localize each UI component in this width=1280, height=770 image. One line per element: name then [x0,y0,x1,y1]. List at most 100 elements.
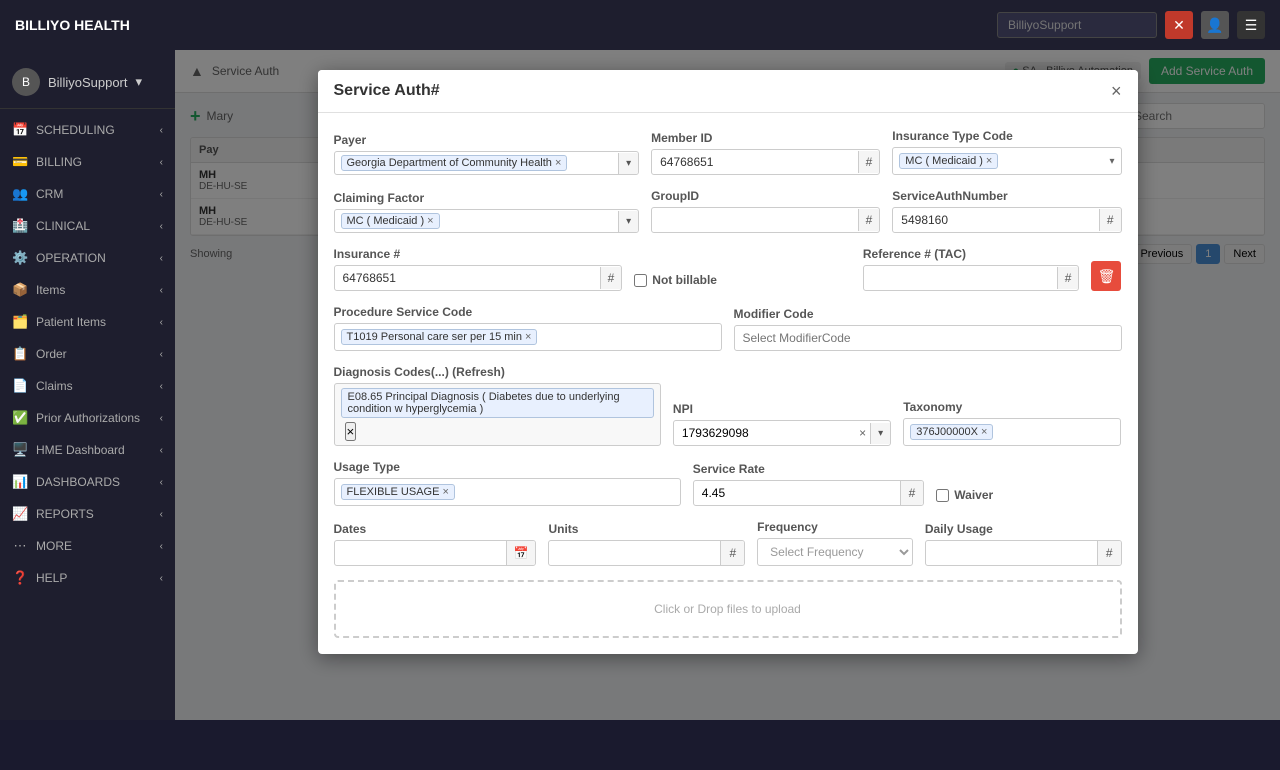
sidebar-user: B BilliyoSupport ▾ [0,60,175,109]
taxonomy-wrap[interactable]: 376J00000X × [903,418,1121,446]
procedure-code-wrap[interactable]: T1019 Personal care ser per 15 min × [334,323,722,351]
global-search-input[interactable] [997,12,1157,38]
hme-icon: 🖥️ [12,442,28,458]
sidebar-item-help[interactable]: ❓ HELP ‹ [0,562,175,594]
not-billable-group: Not billable [634,273,851,291]
top-nav: BILLIYO HEALTH ✕ 👤 ☰ [0,0,1280,50]
upload-area[interactable]: Click or Drop files to upload [334,580,1122,638]
reference-tac-input[interactable] [864,266,1057,290]
sidebar-item-label: HME Dashboard [36,443,125,457]
sidebar-item-claims[interactable]: 📄 Claims ‹ [0,370,175,402]
not-billable-checkbox[interactable] [634,274,647,287]
nav-icon-red[interactable]: ✕ [1165,11,1193,39]
sidebar-item-billing[interactable]: 💳 BILLING ‹ [0,146,175,178]
member-id-input[interactable] [652,150,858,174]
dates-label: Dates [334,522,537,536]
modal-overlay: Service Auth# × Payer Georgia Department… [175,50,1280,720]
units-hash-btn[interactable]: # [720,541,744,565]
payer-tag: Georgia Department of Community Health × [341,155,568,171]
usage-type-tag-remove[interactable]: × [442,487,448,498]
scheduling-icon: 📅 [12,122,28,138]
sidebar-item-order[interactable]: 📋 Order ‹ [0,338,175,370]
sidebar-item-more[interactable]: ⋯ MORE ‹ [0,530,175,562]
insurance-type-wrap[interactable]: MC ( Medicaid ) × ▾ [892,147,1121,175]
more-icon: ⋯ [12,538,28,554]
insurance-hash-btn[interactable]: # [600,267,622,289]
payer-select-wrap[interactable]: Georgia Department of Community Health ×… [334,151,640,175]
sidebar-item-label: CRM [36,187,63,201]
claiming-factor-remove[interactable]: × [427,216,433,227]
clinical-arrow: ‹ [160,221,163,232]
dates-calendar-icon[interactable]: 📅 [506,541,536,565]
npi-group: NPI × ▾ [673,402,891,446]
form-row-3: Insurance # # Not billable Reference # (… [334,247,1122,291]
sidebar-item-patient-items[interactable]: 🗂️ Patient Items ‹ [0,306,175,338]
claiming-factor-arrow-icon[interactable]: ▾ [618,211,638,232]
modifier-code-input[interactable] [734,325,1122,351]
claiming-factor-wrap[interactable]: MC ( Medicaid ) × ▾ [334,209,640,233]
modifier-code-group: Modifier Code [734,307,1122,351]
sidebar-user-arrow: ▾ [136,74,143,90]
member-id-group: Member ID # [651,131,880,175]
modal-header: Service Auth# × [318,70,1138,113]
sidebar-username: BilliyoSupport [48,75,128,90]
sidebar-item-crm[interactable]: 👥 CRM ‹ [0,178,175,210]
delete-button[interactable]: 🗑 [1091,261,1121,291]
npi-input[interactable] [674,421,855,445]
service-auth-number-input[interactable] [893,208,1099,232]
insurance-type-tag-remove[interactable]: × [986,156,992,167]
sidebar-item-hme[interactable]: 🖥️ HME Dashboard ‹ [0,434,175,466]
claims-arrow: ‹ [160,381,163,392]
group-id-hash-btn[interactable]: # [858,209,880,231]
sidebar-item-dashboards[interactable]: 📊 DASHBOARDS ‹ [0,466,175,498]
sidebar-item-scheduling[interactable]: 📅 SCHEDULING ‹ [0,114,175,146]
reports-arrow: ‹ [160,509,163,520]
member-id-hash-btn[interactable]: # [858,151,880,173]
taxonomy-tag-remove[interactable]: × [981,427,987,438]
units-input[interactable] [549,541,720,565]
daily-usage-hash-btn[interactable]: # [1097,541,1121,565]
procedure-code-label: Procedure Service Code [334,305,722,319]
service-rate-input[interactable] [694,481,900,505]
usage-type-label: Usage Type [334,460,681,474]
group-id-input[interactable] [652,208,858,232]
npi-dropdown-arrow-icon[interactable]: ▾ [870,423,890,444]
service-rate-group: Service Rate # [693,462,925,506]
insurance-type-dropdown-icon[interactable]: ▾ [1109,156,1114,167]
frequency-select[interactable]: Select Frequency [757,538,913,566]
diagnosis-tag-remove[interactable]: × [345,422,357,441]
service-auth-number-hash-btn[interactable]: # [1099,209,1121,231]
waiver-group: Waiver [936,488,1121,506]
service-rate-hash-btn[interactable]: # [900,481,924,505]
payer-dropdown-arrow-icon[interactable]: ▾ [618,153,638,174]
reference-tac-hash-btn[interactable]: # [1057,267,1079,289]
usage-type-wrap[interactable]: FLEXIBLE USAGE × [334,478,681,506]
daily-usage-input[interactable] [926,541,1097,565]
units-wrap: # [548,540,745,566]
nav-icon-user[interactable]: 👤 [1201,11,1229,39]
dates-input[interactable] [335,541,506,565]
usage-type-tag: FLEXIBLE USAGE × [341,484,455,500]
service-rate-label: Service Rate [693,462,925,476]
sidebar-item-items[interactable]: 📦 Items ‹ [0,274,175,306]
items-arrow: ‹ [160,285,163,296]
npi-remove-btn[interactable]: × [855,426,870,440]
modal-close-button[interactable]: × [1111,82,1122,100]
daily-usage-group: Daily Usage # [925,522,1122,566]
nav-icon-menu[interactable]: ☰ [1237,11,1265,39]
order-arrow: ‹ [160,349,163,360]
diagnosis-codes-wrap[interactable]: E08.65 Principal Diagnosis ( Diabetes du… [334,383,661,446]
waiver-checkbox[interactable] [936,489,949,502]
patient-items-arrow: ‹ [160,317,163,328]
insurance-type-label: Insurance Type Code [892,129,1121,143]
sidebar-item-prior-auth[interactable]: ✅ Prior Authorizations ‹ [0,402,175,434]
insurance-hash-input[interactable] [335,266,600,290]
sidebar-item-clinical[interactable]: 🏥 CLINICAL ‹ [0,210,175,242]
group-id-input-wrap: # [651,207,880,233]
payer-tag-remove[interactable]: × [555,158,561,169]
procedure-code-tag-remove[interactable]: × [525,332,531,343]
sidebar-item-reports[interactable]: 📈 REPORTS ‹ [0,498,175,530]
insurance-hash-label: Insurance # [334,247,623,261]
sidebar-item-operation[interactable]: ⚙️ OPERATION ‹ [0,242,175,274]
sidebar-item-label: Items [36,283,65,297]
